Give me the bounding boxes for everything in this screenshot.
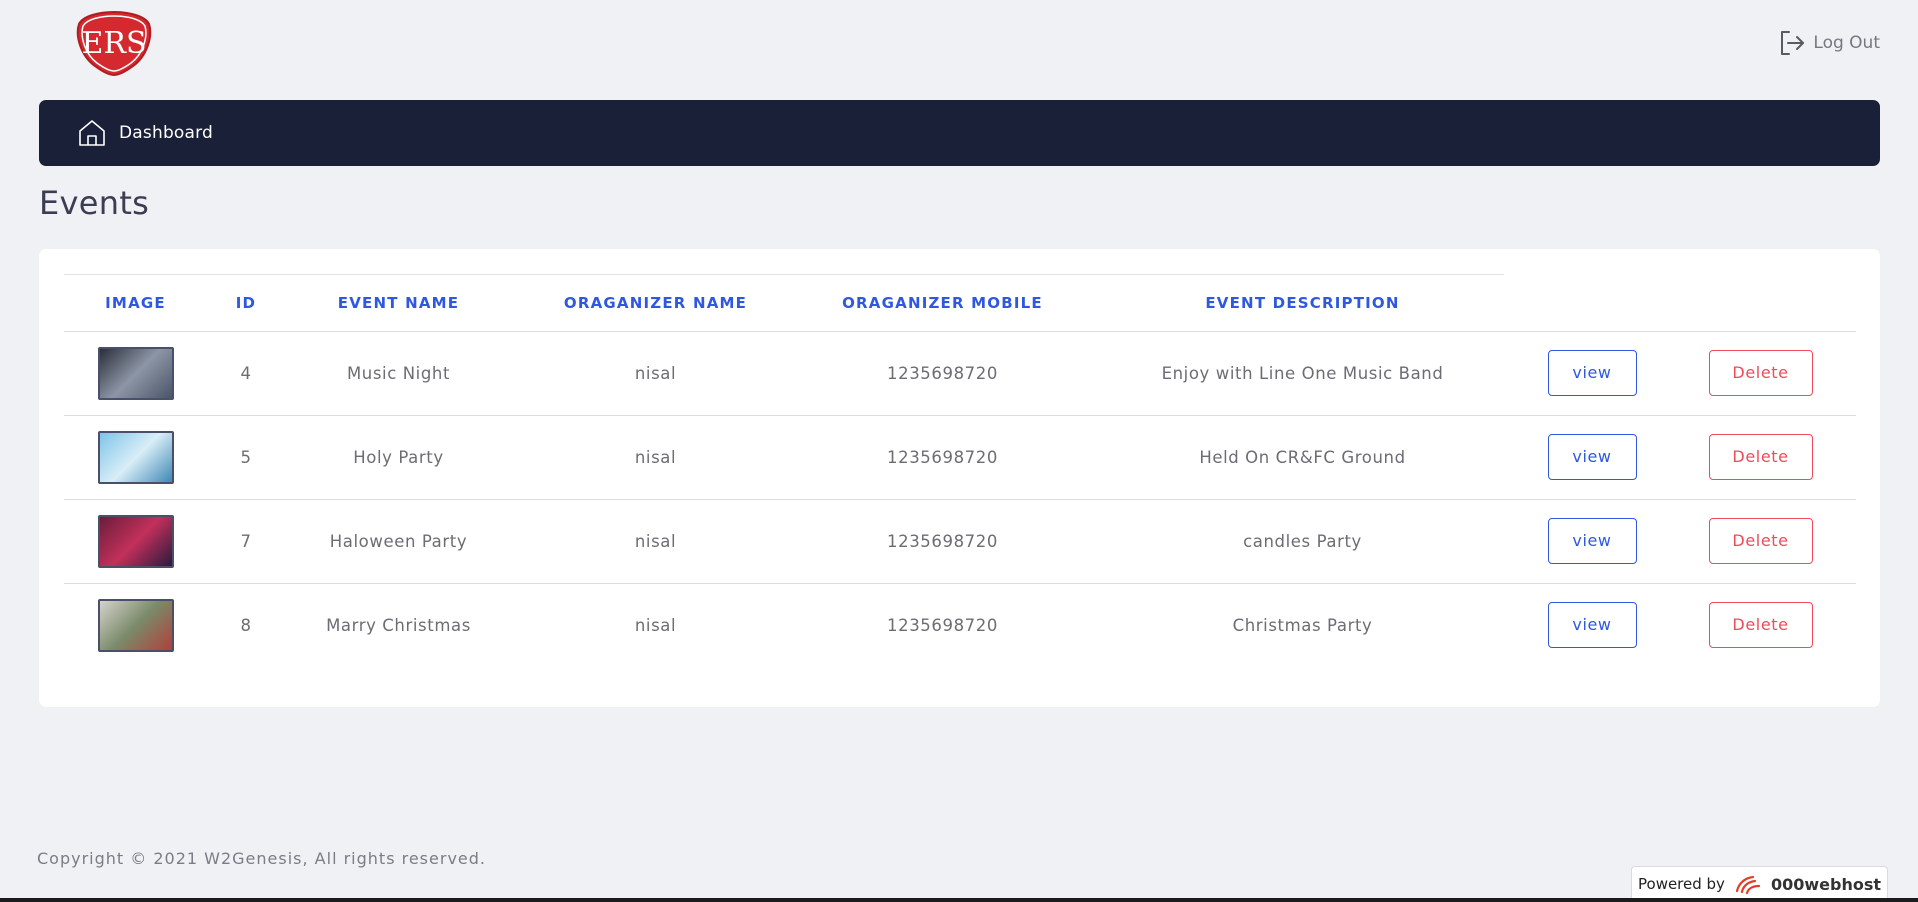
webhost-brand: 000webhost bbox=[1770, 874, 1881, 894]
cell-id: 8 bbox=[207, 582, 285, 667]
nav-item-dashboard[interactable]: Dashboard bbox=[77, 118, 213, 148]
event-thumbnail[interactable] bbox=[97, 346, 174, 400]
column-header-delete bbox=[1665, 275, 1856, 331]
cell-event-description: candles Party bbox=[1086, 498, 1519, 583]
cell-delete: Delete bbox=[1665, 498, 1856, 583]
table-header-row: IMAGE ID EVENT NAME ORAGANIZER NAME ORAG… bbox=[64, 275, 1856, 331]
main-navbar: Dashboard bbox=[39, 100, 1880, 166]
table-row: 8 Marry Christmas nisal 1235698720 Chris… bbox=[64, 582, 1856, 667]
column-header-organizer-mobile[interactable]: ORAGANIZER MOBILE bbox=[799, 275, 1086, 331]
delete-button[interactable]: Delete bbox=[1708, 350, 1813, 396]
cell-event-name: Haloween Party bbox=[285, 498, 512, 583]
column-header-image[interactable]: IMAGE bbox=[64, 275, 207, 331]
cell-id: 7 bbox=[207, 498, 285, 583]
cell-event-description: Christmas Party bbox=[1086, 582, 1519, 667]
home-icon bbox=[79, 120, 105, 146]
cell-view: view bbox=[1519, 582, 1665, 667]
delete-button[interactable]: Delete bbox=[1708, 434, 1813, 480]
cell-image bbox=[64, 330, 207, 415]
events-table: IMAGE ID EVENT NAME ORAGANIZER NAME ORAG… bbox=[64, 275, 1856, 667]
column-header-view bbox=[1519, 275, 1665, 331]
cell-organizer-mobile: 1235698720 bbox=[799, 330, 1086, 415]
logout-label: Log Out bbox=[1813, 33, 1880, 53]
cell-organizer-mobile: 1235698720 bbox=[799, 582, 1086, 667]
table-row: 5 Holy Party nisal 1235698720 Held On CR… bbox=[64, 414, 1856, 499]
cell-organizer-name: nisal bbox=[512, 498, 799, 583]
cell-delete: Delete bbox=[1665, 414, 1856, 499]
webhost-logo-icon bbox=[1735, 875, 1761, 895]
powered-by-badge[interactable]: Powered by 000webhost bbox=[1631, 866, 1888, 902]
svg-text:ERS: ERS bbox=[81, 26, 146, 61]
cell-delete: Delete bbox=[1665, 582, 1856, 667]
powered-by-label: Powered by bbox=[1638, 875, 1725, 893]
cell-image bbox=[64, 498, 207, 583]
cell-organizer-mobile: 1235698720 bbox=[799, 414, 1086, 499]
events-card: IMAGE ID EVENT NAME ORAGANIZER NAME ORAG… bbox=[39, 249, 1880, 707]
top-bar: ERS Log Out bbox=[0, 0, 1918, 100]
column-header-id[interactable]: ID bbox=[207, 275, 285, 331]
cell-image bbox=[64, 414, 207, 499]
cell-view: view bbox=[1519, 330, 1665, 415]
cell-organizer-name: nisal bbox=[512, 414, 799, 499]
view-button[interactable]: view bbox=[1547, 350, 1637, 396]
cell-event-name: Marry Christmas bbox=[285, 582, 512, 667]
cell-organizer-name: nisal bbox=[512, 582, 799, 667]
event-thumbnail[interactable] bbox=[97, 598, 174, 652]
view-button[interactable]: view bbox=[1547, 518, 1637, 564]
cell-organizer-mobile: 1235698720 bbox=[799, 498, 1086, 583]
table-row: 7 Haloween Party nisal 1235698720 candle… bbox=[64, 498, 1856, 583]
event-thumbnail[interactable] bbox=[97, 514, 174, 568]
cell-event-description: Enjoy with Line One Music Band bbox=[1086, 330, 1519, 415]
nav-item-label: Dashboard bbox=[119, 123, 214, 143]
cell-id: 4 bbox=[207, 330, 285, 415]
bottom-strip bbox=[0, 898, 1918, 902]
column-header-event-description[interactable]: EVENT DESCRIPTION bbox=[1086, 275, 1519, 331]
view-button[interactable]: view bbox=[1547, 434, 1637, 480]
cell-delete: Delete bbox=[1665, 330, 1856, 415]
logout-icon bbox=[1781, 31, 1805, 55]
view-button[interactable]: view bbox=[1547, 602, 1637, 649]
ers-logo[interactable]: ERS bbox=[75, 10, 153, 77]
logout-button[interactable]: Log Out bbox=[1777, 28, 1880, 58]
event-thumbnail[interactable] bbox=[97, 430, 174, 484]
cell-event-name: Music Night bbox=[285, 330, 512, 415]
cell-organizer-name: nisal bbox=[512, 330, 799, 415]
page-title: Events bbox=[39, 184, 150, 222]
cell-event-description: Held On CR&FC Ground bbox=[1086, 414, 1519, 499]
column-header-organizer-name[interactable]: ORAGANIZER NAME bbox=[512, 275, 799, 331]
cell-id: 5 bbox=[207, 414, 285, 499]
cell-event-name: Holy Party bbox=[285, 414, 512, 499]
copyright-text: Copyright © 2021 W2Genesis, All rights r… bbox=[37, 849, 486, 868]
column-header-event-name[interactable]: EVENT NAME bbox=[285, 275, 512, 331]
delete-button[interactable]: Delete bbox=[1708, 602, 1813, 649]
cell-view: view bbox=[1519, 498, 1665, 583]
cell-view: view bbox=[1519, 414, 1665, 499]
table-row: 4 Music Night nisal 1235698720 Enjoy wit… bbox=[64, 330, 1856, 415]
cell-image bbox=[64, 582, 207, 667]
delete-button[interactable]: Delete bbox=[1708, 518, 1813, 564]
